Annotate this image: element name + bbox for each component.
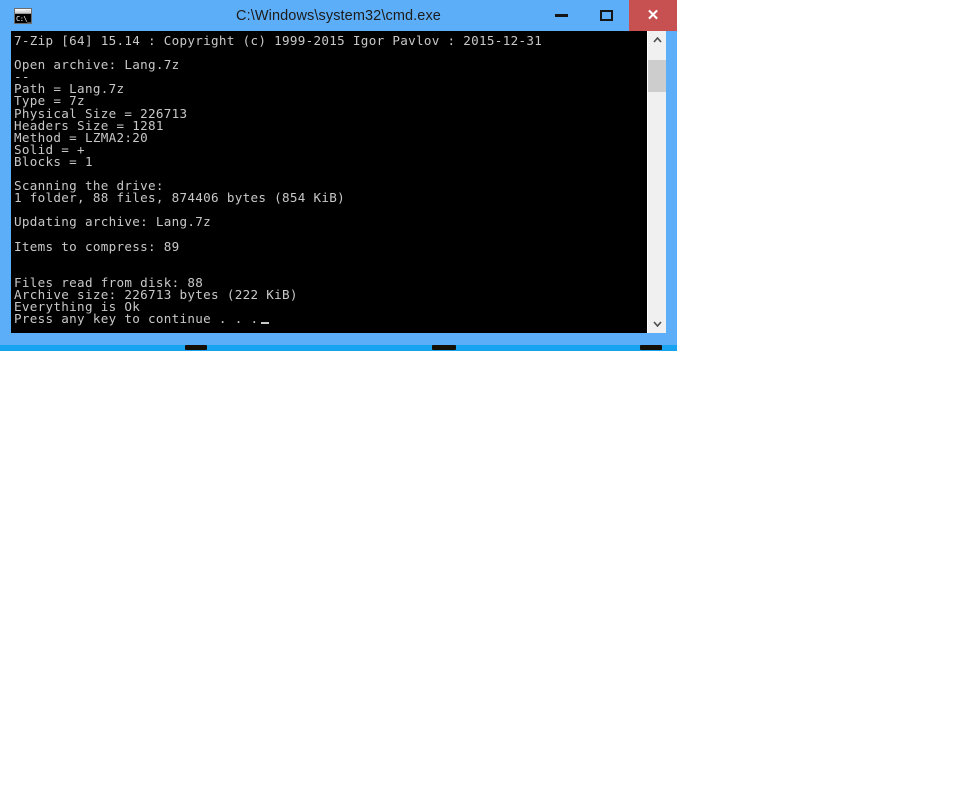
maximize-icon <box>600 10 613 21</box>
console-line: Blocks = 1 <box>14 153 93 169</box>
desktop-strip <box>0 345 677 351</box>
desktop-artifact-2 <box>432 345 456 350</box>
close-icon: ✕ <box>646 7 660 24</box>
cmd-icon: ··· C:\_ <box>14 8 32 24</box>
desktop-artifact-1 <box>185 345 207 350</box>
console-line: Method = LZMA2:20 <box>14 129 148 145</box>
console-line: 7-Zip [64] 15.14 : Copyright (c) 1999-20… <box>14 33 543 48</box>
console-output[interactable]: 7-Zip [64] 15.14 : Copyright (c) 1999-20… <box>11 31 647 333</box>
scrollbar-thumb[interactable] <box>648 59 666 92</box>
maximize-button[interactable] <box>584 0 629 31</box>
cmd-icon-text: C:\_ <box>15 14 31 23</box>
vertical-scrollbar[interactable] <box>647 31 666 333</box>
chevron-up-icon <box>652 37 662 43</box>
console-line: Open archive: Lang.7z <box>14 57 180 73</box>
window-titlebar[interactable]: ··· C:\_ C:\Windows\system32\cmd.exe ✕ <box>0 0 677 31</box>
cmd-icon-dots: ··· <box>26 8 30 13</box>
cmd-icon-titlebar: ··· <box>15 9 31 14</box>
console-line: Items to compress: 89 <box>14 238 180 254</box>
console-cursor <box>261 322 270 325</box>
console-prompt-line: Press any key to continue . . . <box>14 312 647 325</box>
chevron-down-icon <box>652 321 662 327</box>
console-line: Updating archive: Lang.7z <box>14 214 212 230</box>
close-button[interactable]: ✕ <box>629 0 677 31</box>
scroll-up-button[interactable] <box>648 31 666 49</box>
minimize-icon <box>555 14 568 17</box>
scroll-down-button[interactable] <box>648 315 666 333</box>
window-controls: ✕ <box>539 0 677 31</box>
console-line: Solid = + <box>14 141 85 157</box>
cmd-window[interactable]: ··· C:\_ C:\Windows\system32\cmd.exe ✕ 7… <box>0 0 677 345</box>
desktop-artifact-3 <box>640 345 662 350</box>
console-line: 1 folder, 88 files, 874406 bytes (854 Ki… <box>14 190 346 206</box>
scrollbar-track[interactable] <box>648 49 666 315</box>
desktop-screen: ··· C:\_ C:\Windows\system32\cmd.exe ✕ 7… <box>0 0 964 785</box>
console-line: Path = Lang.7z <box>14 81 125 97</box>
console-client-area[interactable]: 7-Zip [64] 15.14 : Copyright (c) 1999-20… <box>11 31 666 333</box>
minimize-button[interactable] <box>539 0 584 31</box>
